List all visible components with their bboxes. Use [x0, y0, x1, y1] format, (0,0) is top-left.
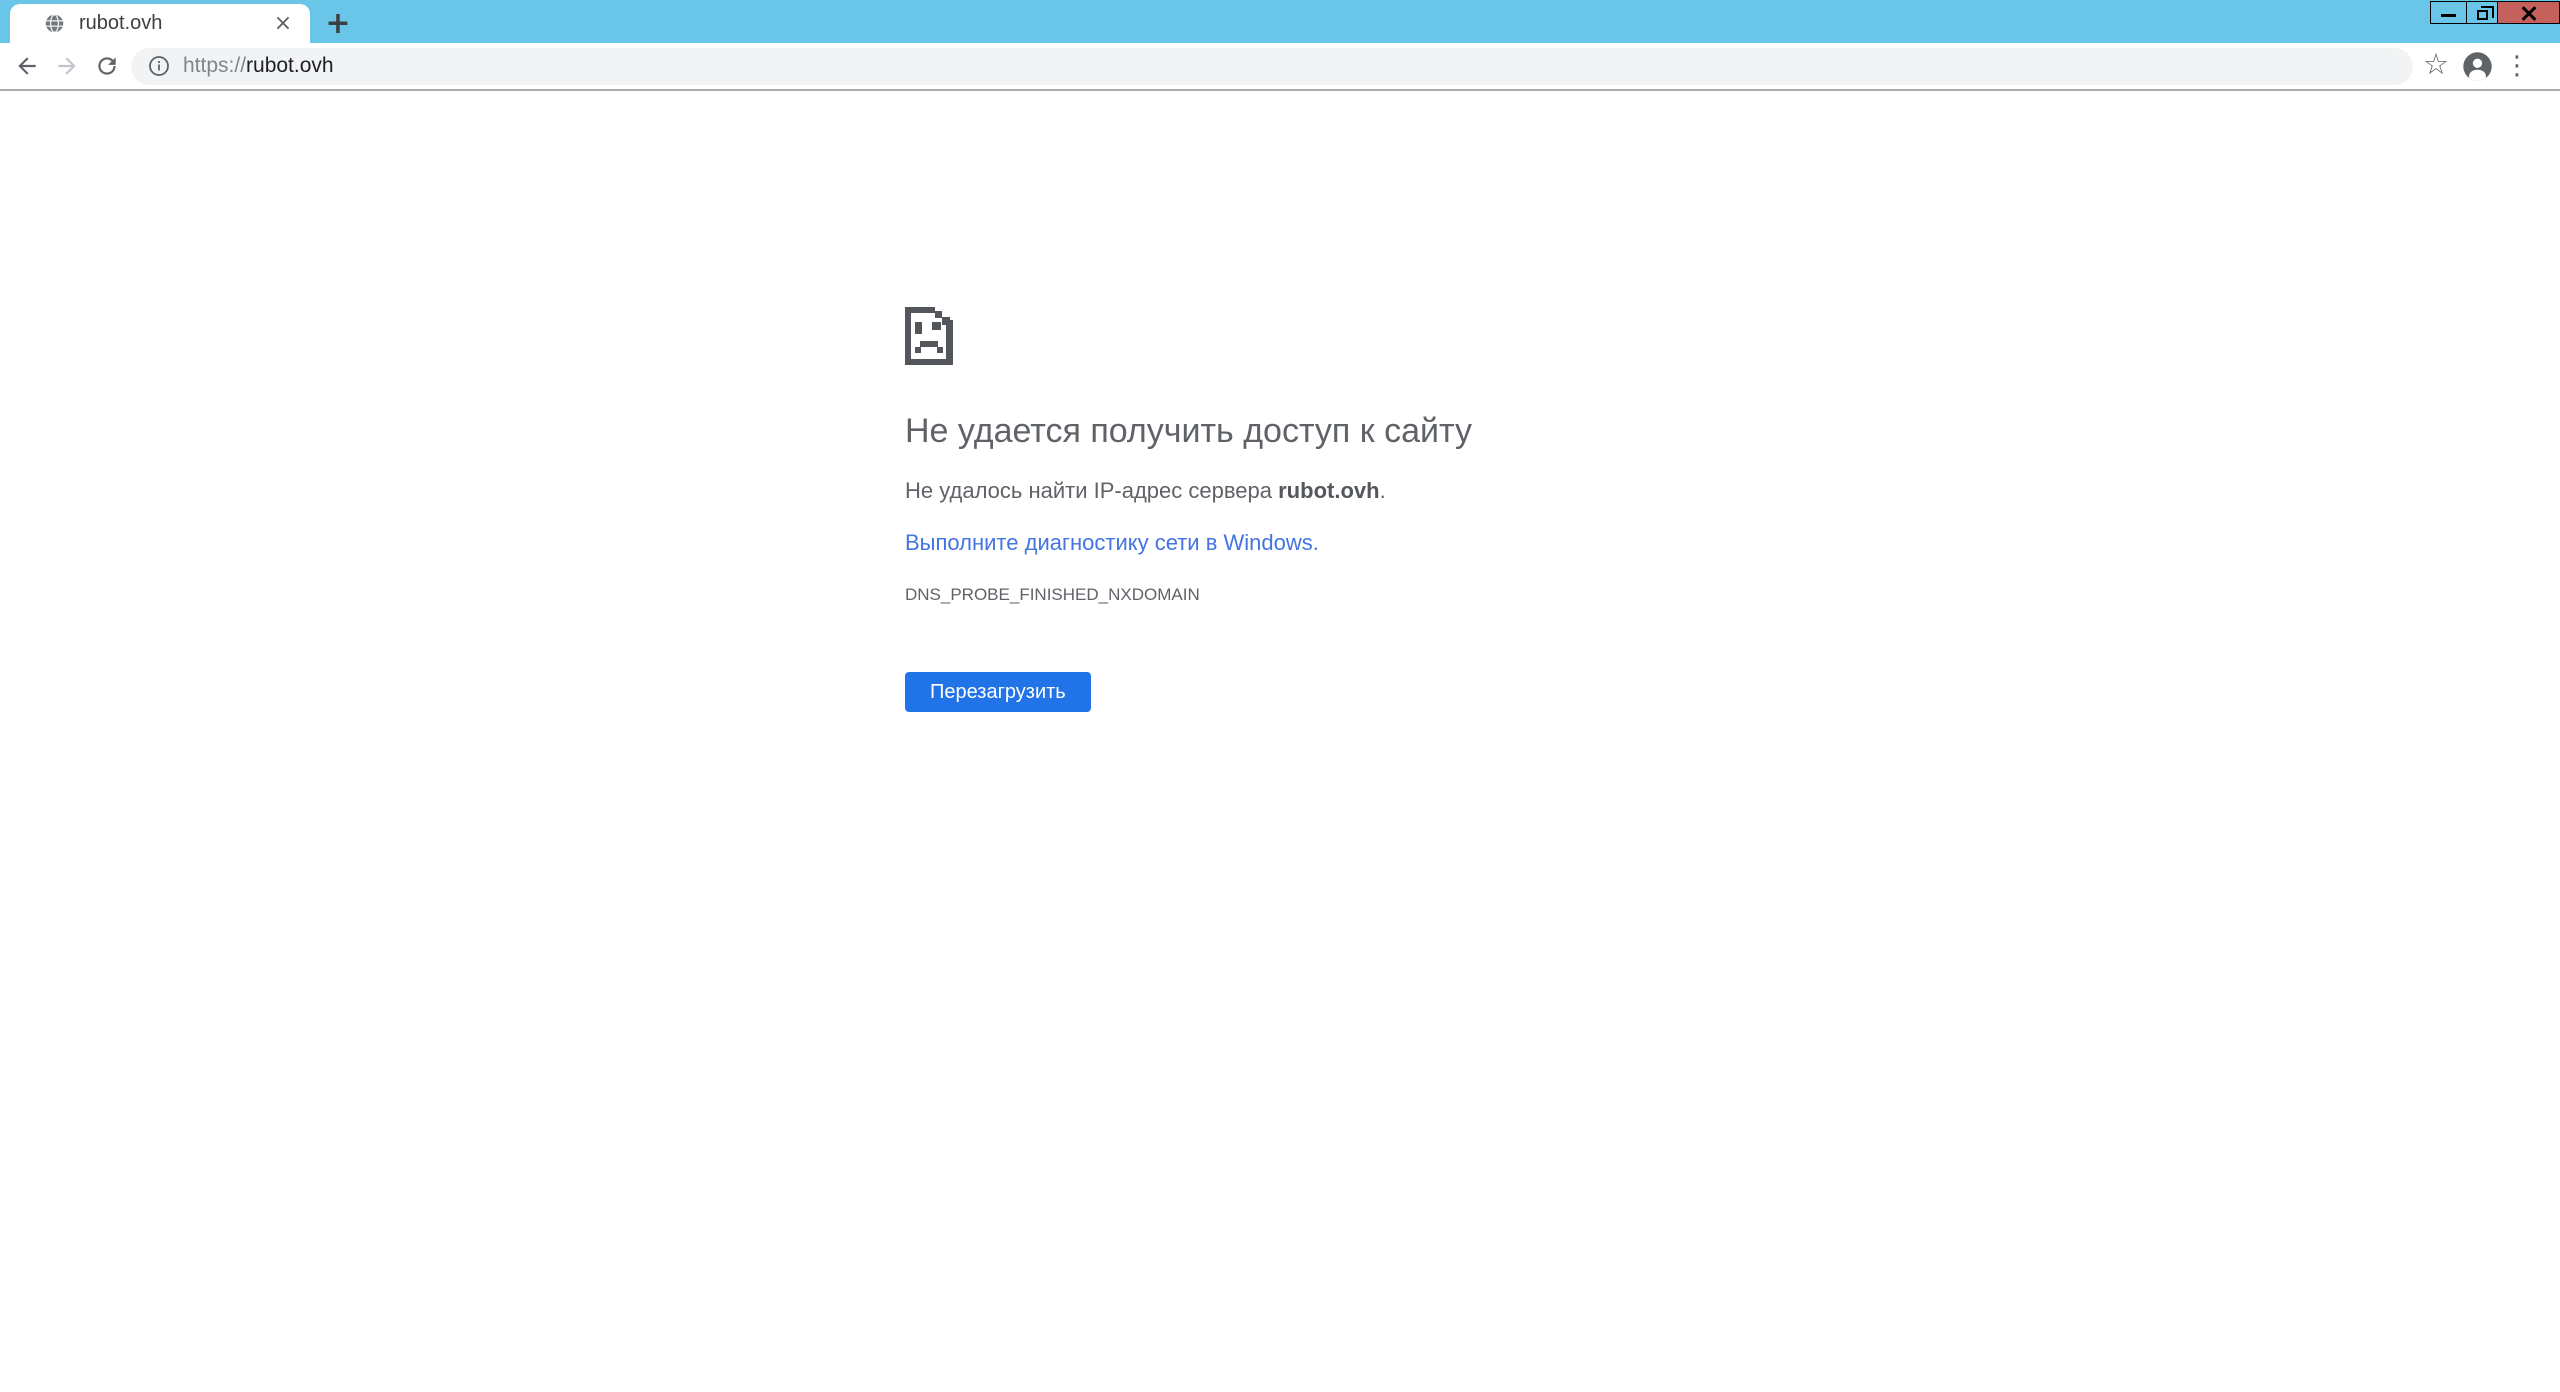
error-message-domain: rubot.ovh — [1278, 478, 1379, 503]
tab-close-icon[interactable]: × — [270, 11, 296, 37]
back-icon — [14, 53, 40, 79]
tab-strip: rubot.ovh × + — [0, 0, 2560, 43]
error-content: Не удается получить доступ к сайту Не уд… — [905, 307, 1665, 712]
profile-button[interactable] — [2457, 46, 2497, 86]
forward-button[interactable] — [47, 46, 87, 86]
address-bar[interactable]: https://rubot.ovh — [131, 48, 2413, 85]
error-code: DNS_PROBE_FINISHED_NXDOMAIN — [905, 585, 1665, 605]
error-page: Не удается получить доступ к сайту Не уд… — [0, 91, 2560, 1392]
url-text: https://rubot.ovh — [183, 54, 334, 78]
url-scheme: https:// — [183, 54, 246, 77]
browser-toolbar: https://rubot.ovh ☆ ⋮ — [0, 43, 2560, 89]
window-restore-button[interactable] — [2466, 1, 2498, 24]
error-heading: Не удается получить доступ к сайту — [905, 409, 1665, 453]
bookmark-star-icon[interactable]: ☆ — [2423, 50, 2449, 83]
sad-document-icon — [905, 307, 953, 365]
url-host: rubot.ovh — [246, 54, 334, 77]
window-controls — [2431, 1, 2560, 24]
globe-icon — [44, 13, 65, 34]
restore-icon — [2477, 10, 2488, 20]
new-tab-button[interactable]: + — [318, 6, 358, 40]
forward-icon — [54, 53, 80, 79]
back-button[interactable] — [7, 46, 47, 86]
error-message-suffix: . — [1380, 478, 1386, 503]
profile-icon — [2462, 51, 2493, 82]
tab-title: rubot.ovh — [79, 12, 270, 35]
reload-icon — [94, 53, 120, 79]
error-message-prefix: Не удалось найти IP-адрес сервера — [905, 478, 1278, 503]
browser-menu-button[interactable]: ⋮ — [2497, 46, 2537, 86]
minimize-icon — [2441, 14, 2456, 17]
window-close-button[interactable] — [2497, 1, 2560, 24]
network-diagnostics-link[interactable]: Выполните диагностику сети в Windows. — [905, 530, 1319, 555]
error-message: Не удалось найти IP-адрес сервера rubot.… — [905, 477, 1665, 505]
reload-page-button[interactable]: Перезагрузить — [905, 672, 1091, 712]
reload-button[interactable] — [87, 46, 127, 86]
diagnostics-link-row: Выполните диагностику сети в Windows. — [905, 529, 1665, 557]
info-icon[interactable] — [147, 54, 171, 78]
browser-tab[interactable]: rubot.ovh × — [10, 4, 310, 43]
close-icon — [2521, 5, 2537, 21]
window-minimize-button[interactable] — [2430, 1, 2467, 24]
menu-dots-icon: ⋮ — [2504, 51, 2530, 81]
